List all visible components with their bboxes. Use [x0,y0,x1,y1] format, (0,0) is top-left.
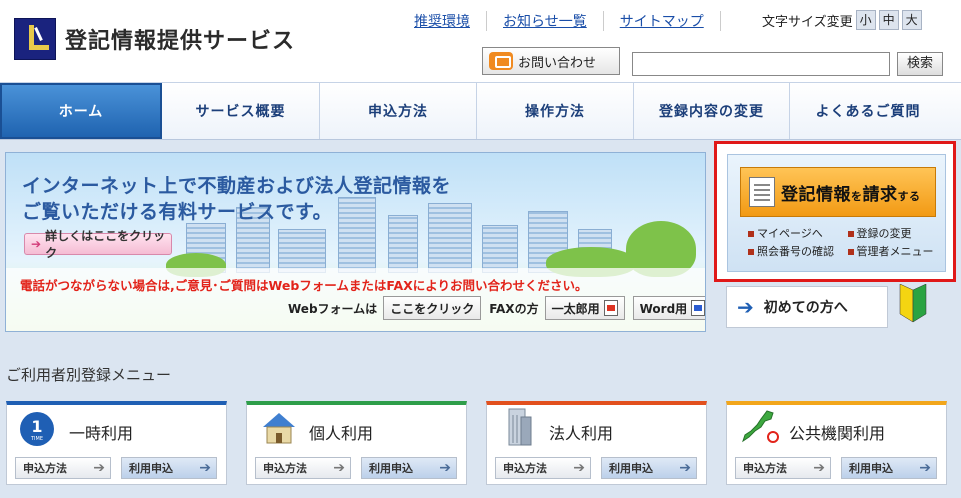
card-title: 公共機関利用 [789,424,886,443]
webform-button[interactable]: ここをクリック [383,296,482,320]
font-size-label: 文字サイズ変更 [762,14,853,30]
apply-use-button[interactable]: 利用申込 ➔ [121,457,217,479]
house-icon [263,413,295,444]
arrow-right-icon: ➔ [737,295,754,319]
word-doc-icon [691,300,705,316]
nav-how-to-operate[interactable]: 操作方法 [477,83,634,139]
one-time-icon: 1 TIME [20,412,54,446]
card-public-institution-use: 公共機関利用 申込方法 ➔ 利用申込 ➔ [726,401,947,485]
apply-use-button[interactable]: 利用申込 ➔ [361,457,457,479]
card-title: 法人利用 [549,424,614,443]
logo-mark-icon [14,18,56,60]
webform-label: Webフォームは [288,301,378,316]
link-mypage[interactable]: マイページへ [748,225,844,243]
logo-text: 登記情報提供サービス [65,29,296,54]
svg-text:TIME: TIME [30,436,43,442]
font-size-medium-button[interactable]: 中 [878,10,899,30]
word-download-button[interactable]: Word用 [632,296,705,320]
nav-faq[interactable]: よくあるご質問 [790,83,946,139]
link-change-registration[interactable]: 登録の変更 [847,225,912,243]
link-news[interactable]: お知らせ一覧 [487,11,604,31]
nav-home[interactable]: ホーム [0,83,162,139]
top-links: 推奨環境 お知らせ一覧 サイトマップ [396,11,721,31]
office-building-icon [508,408,532,446]
request-registry-info-button[interactable]: 登記情報を請求する [740,167,936,217]
ichitaro-doc-icon [603,300,618,316]
apply-use-button[interactable]: 利用申込 ➔ [601,457,697,479]
request-panel: 登記情報を請求する マイページへ 登録の変更 照会番号の確認 管理者メニュー [714,141,956,282]
japan-map-icon [742,410,779,443]
search-input[interactable] [632,52,890,76]
apply-method-button[interactable]: 申込方法 ➔ [255,457,351,479]
site-logo[interactable]: 登記情報提供サービス [14,18,295,60]
card-title: 個人利用 [309,424,374,443]
font-size-small-button[interactable]: 小 [855,10,876,30]
ichitaro-download-button[interactable]: 一太郎用 [544,296,625,320]
font-size-large-button[interactable]: 大 [901,10,922,30]
link-admin-menu[interactable]: 管理者メニュー [847,243,934,261]
svg-text:1: 1 [31,417,42,436]
link-check-reference-number[interactable]: 照会番号の確認 [748,243,844,261]
search-button[interactable]: 検索 [897,52,943,76]
link-recommended-env[interactable]: 推奨環境 [396,11,487,31]
service-banner: インターネット上で不動産および法人登記情報を ご覧いただける有料サービスです。 … [5,152,706,332]
detail-button[interactable]: ➔ 詳しくはここをクリック [24,229,172,260]
first-time-visitor-link[interactable]: ➔ 初めての方へ [726,286,888,328]
font-size-control: 文字サイズ変更 小 中 大 [762,10,922,30]
main-nav: ホーム サービス概要 申込方法 操作方法 登録内容の変更 よくあるご質問 [0,82,961,140]
apply-use-button[interactable]: 利用申込 ➔ [841,457,937,479]
nav-service-overview[interactable]: サービス概要 [162,83,320,139]
card-temporary-use: 1 TIME 一時利用 申込方法 ➔ 利用申込 ➔ [6,401,227,485]
detail-button-label: 詳しくはここをクリック [45,229,166,260]
apply-method-button[interactable]: 申込方法 ➔ [735,457,831,479]
beginner-mark-icon [899,284,927,323]
request-button-label: 登記情報を請求する [781,184,921,205]
card-corporate-use: 法人利用 申込方法 ➔ 利用申込 ➔ [486,401,707,485]
document-icon [749,177,775,207]
banner-title: インターネット上で不動産および法人登記情報を ご覧いただける有料サービスです。 [22,175,452,223]
card-title: 一時利用 [69,424,134,443]
fax-label: FAXの方 [489,301,539,316]
contact-label: お問い合わせ [518,55,597,71]
contact-notice: 電話がつながらない場合は,ご意見･ご質問はWebフォームまたはFAXによりお問い… [20,278,588,293]
arrow-right-icon: ➔ [31,237,42,251]
apply-method-button[interactable]: 申込方法 ➔ [495,457,591,479]
link-sitemap[interactable]: サイトマップ [604,11,721,31]
request-sub-links: マイページへ 登録の変更 照会番号の確認 管理者メニュー [748,225,934,261]
phone-icon [489,52,513,70]
nav-how-to-apply[interactable]: 申込方法 [320,83,477,139]
nav-change-registration[interactable]: 登録内容の変更 [634,83,790,139]
card-personal-use: 個人利用 申込方法 ➔ 利用申込 ➔ [246,401,467,485]
contact-button[interactable]: お問い合わせ [482,47,620,75]
apply-method-button[interactable]: 申込方法 ➔ [15,457,111,479]
header: 登記情報提供サービス 推奨環境 お知らせ一覧 サイトマップ 文字サイズ変更 小 … [0,0,961,82]
section-title: ご利用者別登録メニュー [6,366,172,384]
contact-form-row: Webフォームは ここをクリック FAXの方 一太郎用 Word用 [288,296,705,320]
